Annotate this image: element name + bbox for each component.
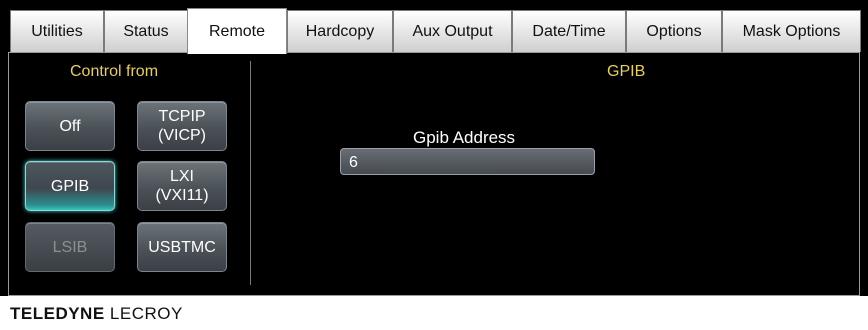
control-off-button[interactable]: Off [25,101,115,151]
teledyne-lecroy-logo: TELEDYNE LECROY [10,304,183,324]
brand-light: LECROY [109,304,183,323]
gpib-address-label: Gpib Address [413,128,516,147]
control-gpib-button[interactable]: GPIB [25,161,115,211]
control-tcpip-vicp-button[interactable]: TCPIP (VICP) [137,101,227,151]
tab-options[interactable]: Options [626,10,722,52]
tab-mask-options[interactable]: Mask Options [722,10,861,52]
control-usbtmc-button[interactable]: USBTMC [137,222,227,272]
control-lsib-button[interactable]: LSIB [25,222,115,272]
tab-hardcopy[interactable]: Hardcopy [287,10,393,52]
tab-utilities[interactable]: Utilities [10,10,104,52]
control-from-heading: Control from [70,63,159,80]
tab-aux-output[interactable]: Aux Output [393,10,512,52]
tab-remote[interactable]: Remote [187,8,287,54]
tab-status[interactable]: Status [104,10,188,52]
brand-bold: TELEDYNE [10,304,105,323]
footer-bar: TELEDYNE LECROY [0,296,868,330]
tab-bar: Utilities Status Remote Hardcopy Aux Out… [0,0,868,54]
control-lxi-vxi11-button[interactable]: LXI (VXI11) [137,161,227,211]
gpib-heading: GPIB [607,63,646,80]
gpib-address-field[interactable]: 6 [340,148,595,175]
remote-panel: Control from Off TCPIP (VICP) GPIB LXI (… [8,52,860,296]
tab-date-time[interactable]: Date/Time [512,10,626,52]
panel-divider [250,61,251,285]
